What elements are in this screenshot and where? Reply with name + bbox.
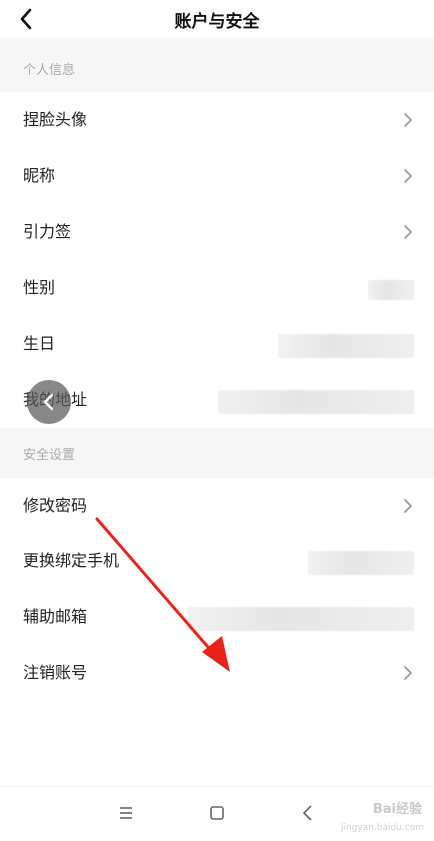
row-birthday[interactable]: 生日: [0, 316, 434, 372]
top-bar: 账户与安全: [0, 0, 434, 38]
redacted-value: [188, 607, 414, 631]
chevron-right-icon: [404, 169, 412, 183]
page-title: 账户与安全: [174, 12, 260, 32]
chevron-right-icon: [404, 113, 412, 127]
chevron-left-icon: [43, 393, 54, 411]
row-label: 更换绑定手机: [23, 551, 120, 570]
section-header-personal-info: 个人信息: [0, 38, 434, 94]
row-label: 修改密码: [23, 496, 88, 515]
redacted-value: [278, 334, 414, 358]
row-face-avatar[interactable]: 捏脸头像: [0, 92, 434, 148]
row-label: 性别: [23, 278, 56, 297]
back-triangle-icon[interactable]: [296, 801, 320, 825]
watermark-url: jingyan.baidu.com: [340, 823, 424, 833]
section-title: 个人信息: [23, 63, 76, 78]
row-label: 辅助邮箱: [23, 607, 88, 626]
row-change-password[interactable]: 修改密码: [0, 478, 434, 534]
row-label: 引力签: [23, 222, 72, 241]
row-nickname[interactable]: 昵称: [0, 148, 434, 204]
row-change-phone[interactable]: 更换绑定手机: [0, 533, 434, 589]
row-cancel-account[interactable]: 注销账号: [0, 645, 434, 701]
watermark-brand: Bai经验: [372, 802, 422, 817]
redacted-value: [308, 551, 414, 575]
chevron-right-icon: [404, 666, 412, 680]
row-backup-email[interactable]: 辅助邮箱: [0, 589, 434, 645]
section-title: 安全设置: [23, 448, 76, 463]
row-gravity-sign[interactable]: 引力签: [0, 204, 434, 260]
row-gender[interactable]: 性别: [0, 260, 434, 316]
home-square-icon[interactable]: [205, 801, 229, 825]
chevron-right-icon: [404, 225, 412, 239]
menu-icon[interactable]: [114, 801, 138, 825]
row-label: 注销账号: [23, 663, 88, 682]
row-label: 捏脸头像: [23, 110, 88, 129]
chevron-right-icon: [404, 499, 412, 513]
section-header-security: 安全设置: [0, 428, 434, 478]
redacted-value: [368, 280, 414, 300]
redacted-value: [218, 390, 414, 414]
floating-back-button[interactable]: [27, 380, 71, 424]
row-label: 生日: [23, 334, 56, 353]
row-label: 昵称: [23, 166, 56, 185]
